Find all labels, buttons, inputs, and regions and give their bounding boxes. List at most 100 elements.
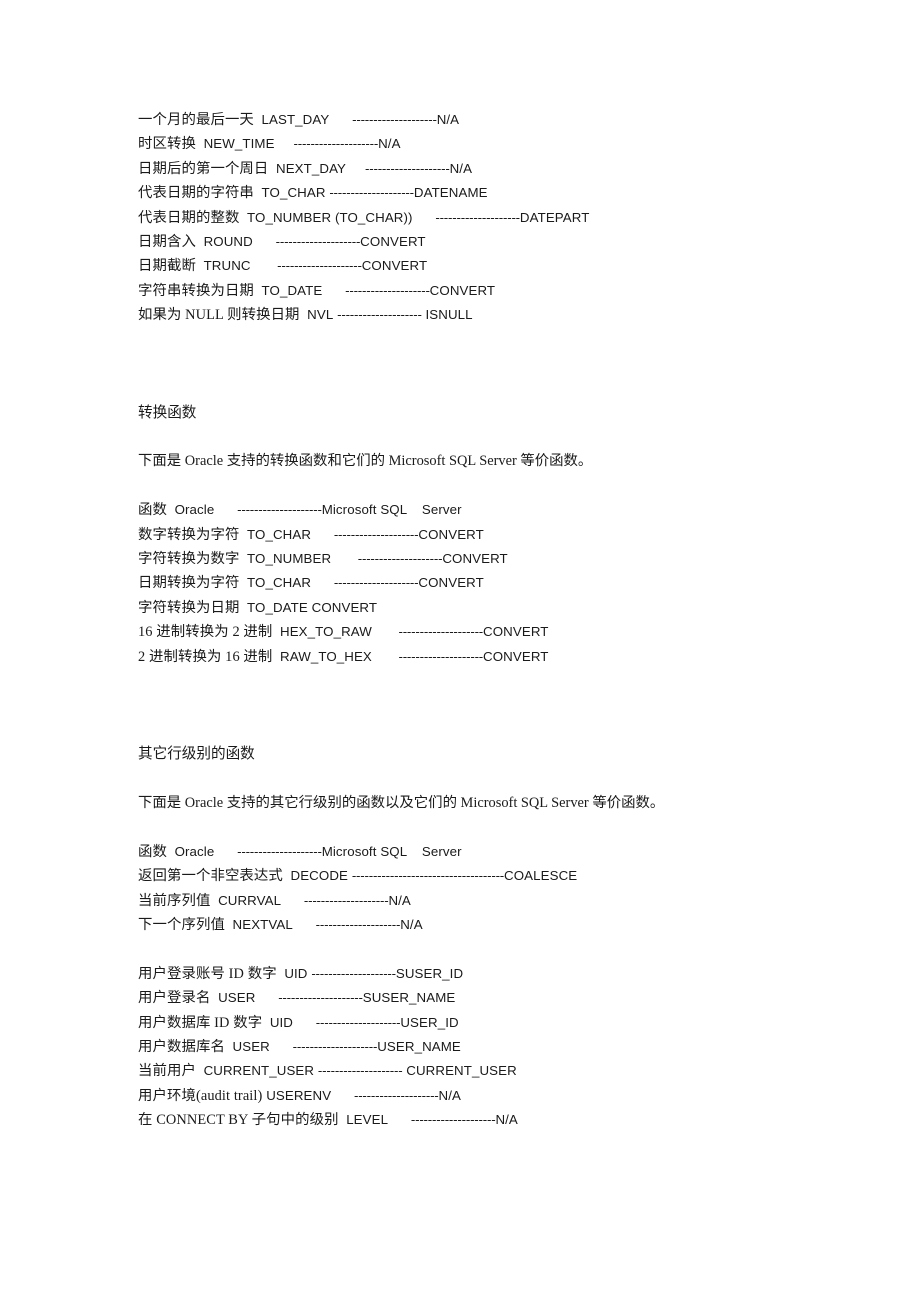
- row-oracle: TO_CHAR: [247, 526, 312, 542]
- row-separator: --------------------: [365, 160, 450, 176]
- row-separator: --------------------: [277, 258, 362, 274]
- header-label: 函数: [138, 843, 167, 860]
- row-mssql: COALESCE: [504, 868, 578, 884]
- table-row: 在 CONNECT BY 子句中的级别 LEVEL --------------…: [138, 1108, 798, 1132]
- row-oracle: RAW_TO_HEX: [280, 648, 372, 664]
- row-label: 数字转换为字符: [138, 526, 240, 543]
- row-label: 16 进制转换为 2 进制: [138, 624, 273, 641]
- row-separator: --------------------: [275, 234, 361, 250]
- section-intro: 下面是 Oracle 支持的转换函数和它们的 Microsoft SQL Ser…: [138, 453, 593, 470]
- row-mssql: N/A: [388, 892, 411, 908]
- table-row: 代表日期的整数 TO_NUMBER (TO_CHAR)) -----------…: [138, 206, 798, 230]
- row-oracle: LEVEL: [346, 1112, 389, 1128]
- row-oracle: TO_DATE CONVERT: [247, 599, 378, 615]
- row-separator: --------------------: [398, 624, 484, 640]
- row-mssql: N/A: [438, 1087, 461, 1103]
- document-page: 一个月的最后一天 LAST_DAY --------------------N/…: [0, 0, 920, 1302]
- header-mssql: Microsoft SQL Server: [321, 843, 462, 859]
- row-mssql: SUSER_ID: [395, 965, 464, 981]
- row-oracle: UID: [284, 965, 308, 981]
- row-oracle: TO_DATE: [261, 282, 323, 298]
- row-oracle: NEW_TIME: [203, 136, 275, 152]
- table-row: 当前用户 CURRENT_USER -------------------- C…: [138, 1059, 798, 1083]
- row-oracle: NEXTVAL: [232, 916, 293, 932]
- row-label: 用户数据库名: [138, 1038, 225, 1055]
- row-oracle: LAST_DAY: [261, 112, 330, 127]
- row-separator: --------------------: [410, 1112, 496, 1128]
- row-separator: --------------------: [352, 112, 437, 127]
- row-mssql: SUSER_NAME: [362, 990, 456, 1006]
- row-label: 用户登录名: [138, 990, 211, 1007]
- row-mssql: CONVERT: [442, 551, 508, 567]
- table-row: 代表日期的字符串 TO_CHAR --------------------DAT…: [138, 181, 798, 205]
- row-mssql: CONVERT: [483, 624, 549, 640]
- table-row: 字符串转换为日期 TO_DATE --------------------CON…: [138, 279, 798, 303]
- row-oracle: TO_NUMBER (TO_CHAR)): [247, 209, 413, 225]
- row-label: 日期转换为字符: [138, 575, 240, 592]
- section-heading: 其它行级别的函数: [138, 746, 255, 763]
- row-separator: ------------------------------------: [351, 868, 505, 884]
- row-label: 日期后的第一个周日: [138, 160, 269, 177]
- header-separator: --------------------: [237, 843, 322, 859]
- header-separator: --------------------: [237, 502, 322, 518]
- table-row: 字符转换为数字 TO_NUMBER --------------------CO…: [138, 547, 798, 571]
- row-label: 返回第一个非空表达式: [138, 868, 283, 885]
- table-header-row: 函数 Oracle --------------------Microsoft …: [138, 498, 798, 522]
- header-oracle: Oracle: [174, 843, 215, 859]
- row-separator: --------------------: [315, 1014, 401, 1030]
- row-oracle: DECODE: [290, 868, 349, 884]
- date-functions-section: 一个月的最后一天 LAST_DAY --------------------N/…: [138, 108, 798, 328]
- table-row: 数字转换为字符 TO_CHAR --------------------CONV…: [138, 523, 798, 547]
- row-label: 用户数据库 ID 数字: [138, 1014, 263, 1031]
- row-oracle: TO_CHAR: [247, 575, 312, 591]
- row-label: 一个月的最后一天: [138, 112, 254, 128]
- row-mssql: USER_ID: [400, 1014, 459, 1030]
- row-separator: --------------------: [329, 185, 414, 201]
- row-label: 如果为 NULL 则转换日期: [138, 307, 300, 324]
- table-row: 用户环境(audit trail) USERENV --------------…: [138, 1084, 798, 1108]
- table-header-row: 函数 Oracle --------------------Microsoft …: [138, 840, 798, 864]
- row-mssql: CONVERT: [483, 648, 549, 664]
- table-row: 一个月的最后一天 LAST_DAY --------------------N/…: [138, 108, 798, 132]
- row-mssql: N/A: [400, 916, 423, 932]
- section-heading: 转换函数: [138, 404, 197, 421]
- row-oracle: CURRVAL: [218, 892, 282, 908]
- row-label: 2 进制转换为 16 进制: [138, 648, 273, 665]
- row-mssql: DATENAME: [413, 185, 488, 201]
- header-mssql: Microsoft SQL Server: [321, 502, 462, 518]
- row-separator: --------------------: [303, 892, 389, 908]
- row-oracle: TO_NUMBER: [247, 551, 332, 567]
- row-mssql: USER_NAME: [377, 1038, 461, 1054]
- row-label: 用户环境(audit trail): [138, 1087, 263, 1104]
- row-separator: --------------------: [278, 990, 363, 1006]
- row-separator: --------------------: [293, 136, 379, 152]
- table-row: 用户数据库名 USER --------------------USER_NAM…: [138, 1035, 798, 1059]
- row-separator: --------------------: [333, 526, 419, 542]
- row-oracle: NEXT_DAY: [276, 160, 347, 176]
- row-mssql: CONVERT: [429, 282, 496, 298]
- row-separator: --------------------: [333, 575, 419, 591]
- table-row: 日期含入 ROUND --------------------CONVERT: [138, 230, 798, 254]
- section-intro: 下面是 Oracle 支持的其它行级别的函数以及它们的 Microsoft SQ…: [138, 794, 665, 811]
- row-separator: --------------------: [292, 1038, 378, 1054]
- row-separator: --------------------: [353, 1087, 439, 1103]
- row-label: 字符转换为数字: [138, 551, 240, 568]
- row-mssql: CURRENT_USER: [402, 1063, 517, 1079]
- row-separator: --------------------: [311, 965, 396, 981]
- row-mssql: N/A: [436, 112, 460, 127]
- row-separator: --------------------: [337, 307, 422, 323]
- row-oracle: NVL: [307, 307, 334, 323]
- table-row: 日期转换为字符 TO_CHAR --------------------CONV…: [138, 571, 798, 595]
- conversion-functions-section: 转换函数 下面是 Oracle 支持的转换函数和它们的 Microsoft SQ…: [138, 401, 798, 669]
- row-separator: --------------------: [317, 1063, 403, 1079]
- intro-gap: [138, 815, 798, 839]
- table-row: 当前序列值 CURRVAL --------------------N/A: [138, 889, 798, 913]
- heading-gap: [138, 767, 798, 791]
- table-row: 字符转换为日期 TO_DATE CONVERT: [138, 596, 798, 620]
- row-mssql: CONVERT: [360, 234, 426, 250]
- header-label: 函数: [138, 502, 167, 519]
- row-oracle: UID: [269, 1014, 294, 1030]
- table-row: 返回第一个非空表达式 DECODE ----------------------…: [138, 864, 798, 888]
- row-label: 下一个序列值: [138, 916, 225, 933]
